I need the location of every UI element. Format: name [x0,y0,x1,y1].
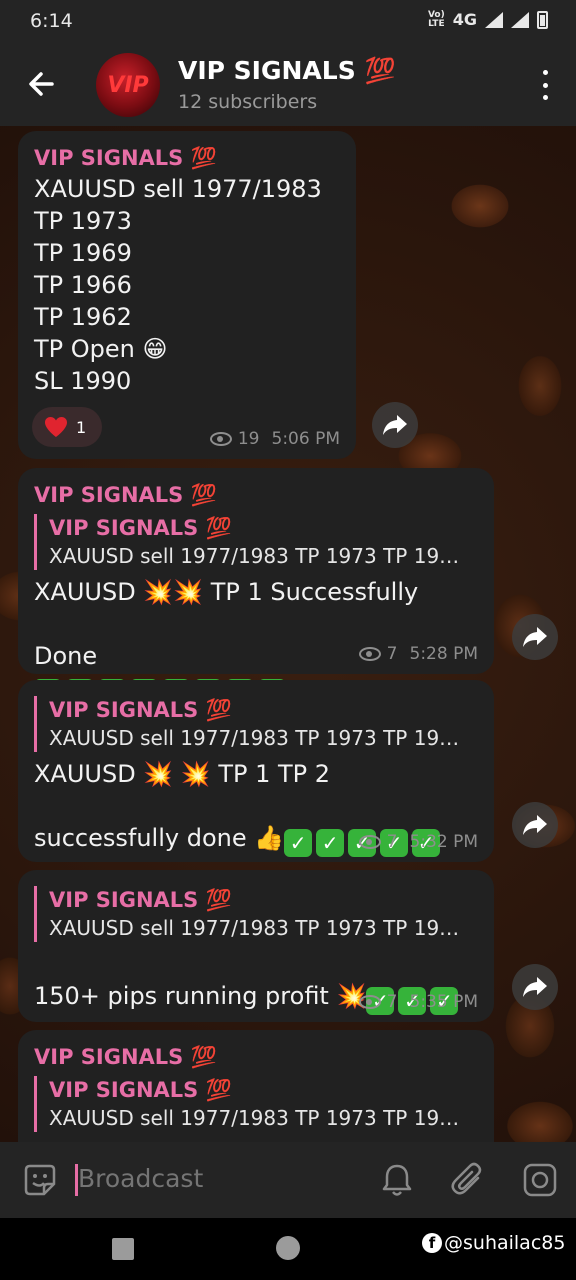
signal-icon-2 [511,11,529,28]
message-time: 5:32 PM [409,832,479,852]
reply-sender: VIP SIGNALS 💯 [49,698,232,722]
channel-title-text: VIP SIGNALS [178,56,356,85]
reply-quote[interactable]: VIP SIGNALS 💯 XAUUSD sell 1977/1983 TP 1… [34,514,478,570]
recents-button[interactable] [112,1238,134,1260]
message-line: TP 1962 [34,303,132,331]
message-meta: 7 5:35 PM [358,992,479,1012]
volte-icon: Vo) LTE [427,9,445,29]
views-eye-icon [358,835,381,849]
subscriber-count: 12 subscribers [178,91,318,113]
heart-icon [45,417,67,437]
reaction-chip[interactable]: 1 [32,407,102,447]
chat-area[interactable]: VIP SIGNALS 💯 XAUUSD sell 1977/1983 TP 1… [0,126,576,1142]
bell-icon[interactable] [380,1162,414,1198]
reply-quote[interactable]: VIP SIGNALS 💯 XAUUSD sell 1977/1983 TP 1… [34,886,478,942]
forward-button[interactable] [512,802,558,848]
system-nav-bar: f @suhailac85 [0,1218,576,1280]
message-text-word: Done [34,642,98,670]
reply-sender: VIP SIGNALS 💯 [49,1078,232,1102]
message-meta: 7 5:32 PM [358,832,479,852]
reply-sender: VIP SIGNALS 💯 [49,888,232,912]
watermark-handle: @suhailac85 [444,1232,566,1254]
home-button[interactable] [276,1236,300,1260]
message-bubble[interactable]: VIP SIGNALS 💯 XAUUSD sell 1977/1983 TP 1… [18,680,494,924]
share-arrow-icon [523,815,547,835]
message-bubble[interactable]: VIP SIGNALS 💯 VIP SIGNALS 💯 XAUUSD sell … [18,468,494,707]
share-arrow-icon [383,415,407,435]
camera-icon[interactable] [522,1162,558,1198]
reply-sender: VIP SIGNALS 💯 [49,516,232,540]
message-bubble[interactable]: VIP SIGNALS 💯 XAUUSD sell 1977/1983 TP 1… [18,131,356,459]
message-time: 5:06 PM [271,429,341,449]
share-arrow-icon [523,627,547,647]
view-count: 7 [386,992,398,1012]
chat-header: VIP VIP SIGNALS 💯 12 subscribers [0,44,576,126]
message-meta: 19 5:06 PM [209,429,341,449]
message-line: TP 1966 [34,271,132,299]
view-count: 19 [237,429,260,449]
reply-quote[interactable]: VIP SIGNALS 💯 XAUUSD sell 1977/1983 TP 1… [34,696,478,752]
status-icons: Vo) LTE 4G [428,10,548,29]
message-meta: 7 5:28 PM [358,644,479,664]
reaction-count: 1 [76,417,87,437]
message-time: 5:28 PM [409,644,479,664]
message-line: SL 1990 [34,367,132,395]
signal-icon [485,11,503,28]
forward-button[interactable] [372,402,418,448]
forward-button[interactable] [512,964,558,1010]
message-line: TP 1973 [34,207,132,235]
message-text: XAUUSD 💥 💥 TP 1 TP 2 [34,760,331,788]
message-bubble[interactable]: VIP SIGNALS 💯 XAUUSD sell 1977/1983 TP 1… [18,870,494,1082]
broadcast-input[interactable] [78,1164,358,1193]
message-sender: VIP SIGNALS 💯 [34,1045,217,1069]
reply-text: XAUUSD sell 1977/1983 TP 1973 TP 19… [49,1106,460,1130]
views-eye-icon [358,647,381,661]
facebook-logo-icon: f [422,1233,442,1253]
forward-button[interactable] [512,614,558,660]
view-count: 7 [386,832,398,852]
message-line: TP Open 😁 [34,335,168,363]
reply-quote[interactable]: VIP SIGNALS 💯 XAUUSD sell 1977/1983 TP 1… [34,1076,478,1132]
views-eye-icon [358,995,381,1009]
views-eye-icon [209,432,232,446]
message-sender: VIP SIGNALS 💯 [34,146,217,170]
status-time: 6:14 [30,10,73,32]
message-line: XAUUSD sell 1977/1983 [34,175,322,203]
back-arrow-icon[interactable] [22,64,62,104]
check-mark-icon: ✓ [284,829,313,857]
status-bar: 6:14 Vo) LTE 4G [0,0,576,44]
check-mark-icon: ✓ [316,829,345,857]
message-time: 5:35 PM [409,992,479,1012]
input-bar [0,1142,576,1218]
message-line: TP 1969 [34,239,132,267]
message-bubble[interactable]: VIP SIGNALS 💯 VIP SIGNALS 💯 XAUUSD sell … [18,1030,494,1142]
channel-title[interactable]: VIP SIGNALS 💯 [178,56,396,86]
network-type: 4G [452,10,477,29]
battery-icon [537,10,548,29]
reply-text: XAUUSD sell 1977/1983 TP 1973 TP 19… [49,916,460,940]
message-sender: VIP SIGNALS 💯 [34,483,217,507]
message-text-word: successfully done 👍 [34,824,285,852]
view-count: 7 [386,644,398,664]
reply-text: XAUUSD sell 1977/1983 TP 1973 TP 19… [49,544,460,568]
reply-text: XAUUSD sell 1977/1983 TP 1973 TP 19… [49,726,460,750]
paperclip-icon[interactable] [450,1162,486,1198]
message-text: XAUUSD 💥💥 TP 1 Successfully [34,578,419,606]
share-arrow-icon [523,977,547,997]
message-text-word: 150+ pips running profit 💥 [34,982,367,1010]
channel-avatar[interactable]: VIP [96,53,160,117]
more-options-icon[interactable] [540,70,550,100]
watermark: f @suhailac85 [422,1232,565,1254]
hundred-emoji-icon: 💯 [364,56,396,85]
sticker-icon[interactable] [22,1162,58,1198]
avatar-logo: VIP [107,72,149,98]
